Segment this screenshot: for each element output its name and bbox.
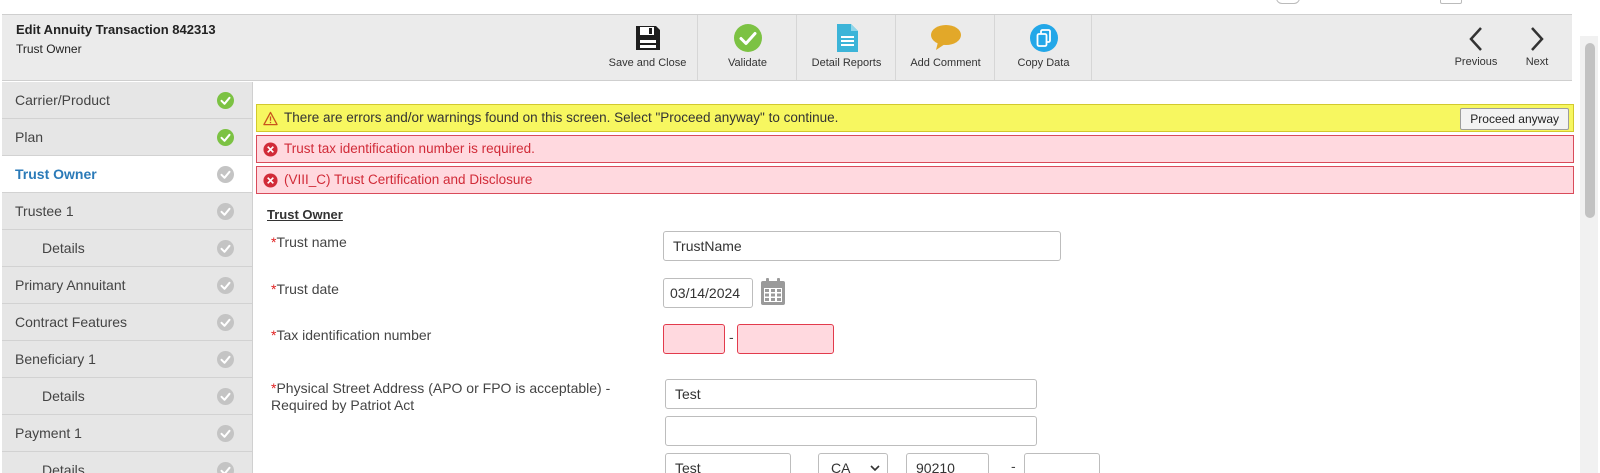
copy-data-button[interactable]: Copy Data: [996, 15, 1092, 80]
sidebar-item-payment-1[interactable]: Payment 1: [2, 415, 252, 452]
save-icon: [635, 26, 660, 50]
check-pending-icon: [217, 203, 234, 220]
check-pending-icon: [217, 351, 234, 368]
error-message-certification[interactable]: (VIII_C) Trust Certification and Disclos…: [284, 172, 532, 187]
check-complete-icon: [217, 129, 234, 146]
page-subtitle: Trust Owner: [16, 42, 82, 56]
vertical-scrollbar[interactable]: [1580, 36, 1598, 473]
scrollbar-thumb[interactable]: [1585, 43, 1595, 218]
tin-label-text: Tax identification number: [276, 327, 432, 343]
proceed-anyway-button[interactable]: Proceed anyway: [1460, 108, 1569, 130]
chevron-left-icon: [1469, 27, 1482, 51]
sidebar-item-label: Trust Owner: [15, 166, 97, 182]
sidebar-item-details[interactable]: Details: [2, 452, 252, 473]
check-complete-icon: [217, 92, 234, 109]
detail-reports-button[interactable]: Detail Reports: [798, 15, 896, 80]
copy-data-label: Copy Data: [1017, 57, 1070, 69]
check-pending-icon: [217, 240, 234, 257]
document-icon: [836, 24, 858, 52]
sidebar-item-label: Trustee 1: [15, 203, 74, 219]
validate-button[interactable]: Validate: [699, 15, 797, 80]
error-icon: [263, 142, 278, 157]
sidebar-item-label: Details: [42, 388, 85, 404]
sidebar-item-label: Contract Features: [15, 314, 128, 330]
state-value: CA: [831, 460, 851, 473]
validate-label: Validate: [728, 57, 767, 69]
save-and-close-label: Save and Close: [608, 57, 687, 69]
sidebar-item-label: Primary Annuitant: [15, 277, 126, 293]
zip-input[interactable]: 90210: [906, 453, 989, 473]
main-content: There are errors and/or warnings found o…: [255, 82, 1577, 473]
check-pending-icon: [217, 277, 234, 294]
warning-banner: There are errors and/or warnings found o…: [256, 104, 1574, 132]
next-label: Next: [1525, 56, 1549, 68]
tin-part2-input[interactable]: [737, 324, 834, 354]
check-pending-icon: [217, 425, 234, 442]
comment-icon: [930, 25, 961, 50]
sidebar-item-carrier-product[interactable]: Carrier/Product: [2, 82, 252, 119]
trust-date-label: *Trust date: [271, 281, 339, 298]
detail-reports-label: Detail Reports: [811, 57, 882, 69]
trust-date-label-text: Trust date: [276, 281, 339, 297]
sidebar-nav: Carrier/Product Plan Trust Owner Trustee 1 D…: [2, 82, 253, 473]
toolbar-header: Edit Annuity Transaction 842313 Trust Ow…: [2, 14, 1572, 81]
state-select[interactable]: CA: [818, 453, 888, 473]
previous-button[interactable]: Previous: [1446, 15, 1506, 80]
sidebar-item-label: Plan: [15, 129, 44, 145]
copy-icon: [1029, 24, 1058, 52]
help-icon[interactable]: [1276, 0, 1300, 4]
error-banner-tin: Trust tax identification number is requi…: [256, 135, 1574, 163]
check-pending-icon: [217, 166, 234, 183]
error-icon: [263, 173, 278, 188]
check-pending-icon: [217, 462, 234, 473]
sidebar-item-details[interactable]: Details: [2, 378, 252, 415]
address-label: *Physical Street Address (APO or FPO is …: [271, 380, 631, 414]
address-label-text: Physical Street Address (APO or FPO is a…: [271, 380, 611, 413]
add-comment-label: Add Comment: [910, 57, 981, 69]
sidebar-item-trustee-1[interactable]: Trustee 1: [2, 193, 252, 230]
sidebar-item-label: Details: [42, 462, 85, 473]
trust-name-label-text: Trust name: [276, 234, 347, 250]
checkmark-circle-icon: [733, 24, 762, 52]
address-line2-input[interactable]: [665, 416, 1037, 446]
tin-label: *Tax identification number: [271, 327, 431, 344]
check-pending-icon: [217, 388, 234, 405]
city-input[interactable]: Test: [665, 453, 791, 473]
chevron-down-icon: [870, 465, 880, 471]
section-title: Trust Owner: [267, 207, 343, 222]
zip-separator: -: [1011, 458, 1016, 473]
sidebar-item-label: Payment 1: [15, 425, 82, 441]
sidebar-item-label: Carrier/Product: [15, 92, 110, 108]
page-title: Edit Annuity Transaction 842313: [16, 22, 216, 37]
check-pending-icon: [217, 314, 234, 331]
error-banner-certification: (VIII_C) Trust Certification and Disclos…: [256, 166, 1574, 194]
next-button[interactable]: Next: [1510, 15, 1564, 80]
warning-message: There are errors and/or warnings found o…: [284, 110, 839, 125]
sidebar-item-primary-annuitant[interactable]: Primary Annuitant: [2, 267, 252, 304]
sidebar-item-details[interactable]: Details: [2, 230, 252, 267]
tin-part1-input[interactable]: [663, 324, 725, 354]
chevron-right-icon: [1531, 27, 1544, 51]
save-and-close-button[interactable]: Save and Close: [598, 15, 698, 80]
trust-date-input[interactable]: 03/14/2024: [663, 278, 753, 308]
trust-name-label: *Trust name: [271, 234, 347, 251]
tin-separator: -: [729, 329, 734, 345]
warning-icon: [263, 111, 278, 126]
sidebar-item-contract-features[interactable]: Contract Features: [2, 304, 252, 341]
sidebar-item-beneficiary-1[interactable]: Beneficiary 1: [2, 341, 252, 378]
sidebar-item-label: Details: [42, 240, 85, 256]
sidebar-item-trust-owner[interactable]: Trust Owner: [2, 156, 252, 193]
sidebar-item-label: Beneficiary 1: [15, 351, 96, 367]
address-line1-input[interactable]: Test: [665, 379, 1037, 409]
trust-name-input[interactable]: TrustName: [663, 231, 1061, 261]
add-comment-button[interactable]: Add Comment: [897, 15, 995, 80]
previous-label: Previous: [1454, 56, 1498, 68]
zip-ext-input[interactable]: [1024, 453, 1100, 473]
sidebar-item-plan[interactable]: Plan: [2, 119, 252, 156]
app-window: Edit Annuity Transaction 842313 Trust Ow…: [0, 0, 1600, 473]
error-message-tin: Trust tax identification number is requi…: [284, 141, 535, 156]
checkbox-icon[interactable]: [1440, 0, 1462, 4]
calendar-icon[interactable]: [759, 277, 787, 307]
